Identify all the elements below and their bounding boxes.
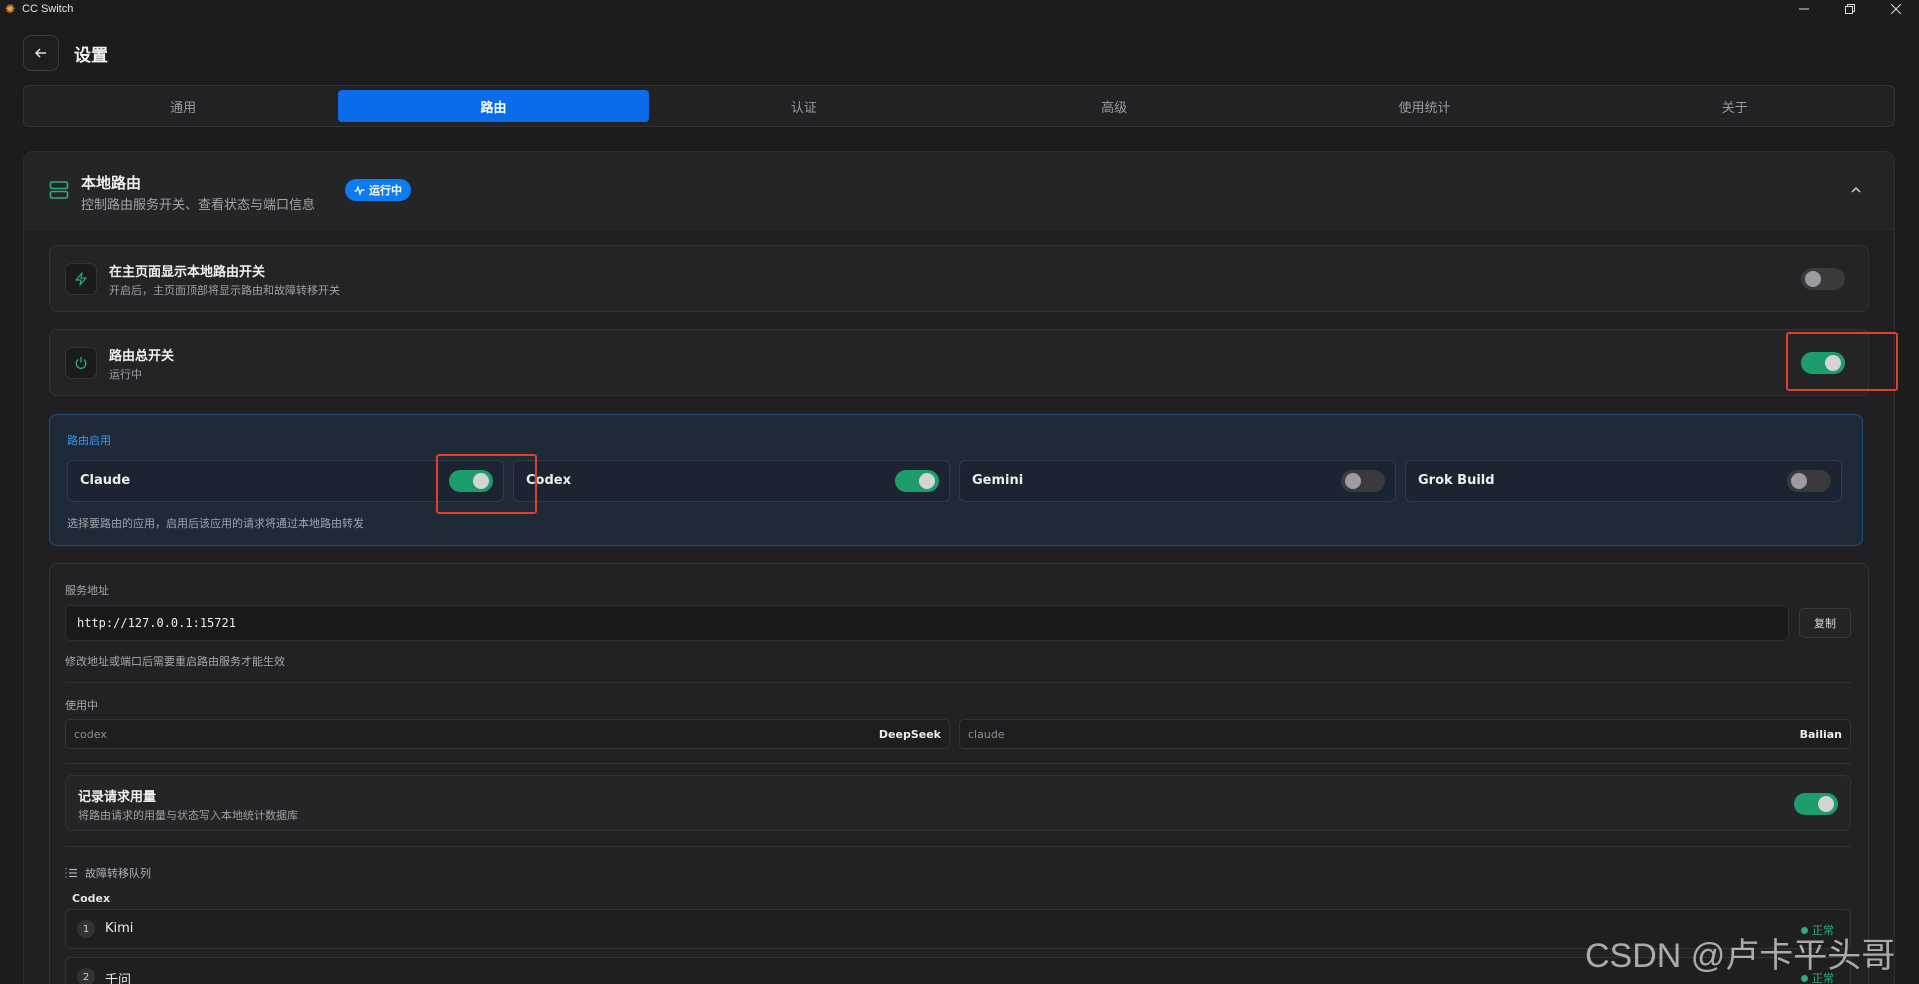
master-switch-title: 路由总开关 xyxy=(109,349,175,364)
show-switch-row: 在主页面显示本地路由开关 开启后，主页面顶部将显示路由和故障转移开关 xyxy=(49,245,1869,312)
tab-auth[interactable]: 认证 xyxy=(649,90,959,122)
divider xyxy=(65,682,1851,683)
tab-usage-stats[interactable]: 使用统计 xyxy=(1269,90,1579,122)
activity-icon xyxy=(354,184,365,196)
in-use-provider: DeepSeek xyxy=(878,728,941,741)
app-name: Claude xyxy=(80,473,131,488)
app-name: Gemini xyxy=(972,473,1024,488)
show-switch-toggle[interactable] xyxy=(1801,268,1845,290)
window-controls xyxy=(1781,0,1919,18)
service-address-label: 服务地址 xyxy=(65,584,109,597)
power-icon xyxy=(75,357,87,369)
zap-icon xyxy=(75,272,87,286)
in-use-app: codex xyxy=(74,728,107,741)
log-usage-subtitle: 将路由请求的用量与状态写入本地统计数据库 xyxy=(78,809,298,822)
routing-apps-panel: 路由启用 Claude Codex Gemini Grok Build 选择要路… xyxy=(49,414,1863,546)
highlight-box xyxy=(1786,332,1898,391)
failover-item[interactable]: 1 Kimi 正常 xyxy=(65,909,1851,949)
title-bar: ✺ CC Switch xyxy=(0,0,1919,18)
tab-routing[interactable]: 路由 xyxy=(338,90,649,122)
watermark: CSDN @卢卡平头哥 xyxy=(1585,937,1896,975)
master-switch-row: 路由总开关 运行中 xyxy=(49,329,1898,396)
failover-item-index: 2 xyxy=(77,968,95,984)
app-name: Grok Build xyxy=(1418,473,1495,488)
section-title: 本地路由 xyxy=(81,174,142,192)
local-routing-card: 本地路由 控制路由服务开关、查看状态与端口信息 运行中 在主页面显示本地路由开关… xyxy=(23,151,1898,984)
failover-item-name: 千问 xyxy=(105,973,132,984)
page-title: 设置 xyxy=(74,45,108,66)
section-subtitle: 控制路由服务开关、查看状态与端口信息 xyxy=(81,198,316,213)
failover-queue-label: 故障转移队列 xyxy=(85,867,151,880)
tab-advanced[interactable]: 高级 xyxy=(959,90,1269,122)
failover-group-label: Codex xyxy=(72,892,111,905)
codex-toggle[interactable] xyxy=(895,470,939,492)
status-badge: 运行中 xyxy=(345,179,411,201)
app-title: CC Switch xyxy=(22,3,74,15)
gemini-toggle[interactable] xyxy=(1341,470,1385,492)
divider xyxy=(65,846,1851,847)
service-panel: 服务地址 http://127.0.0.1:15721 复制 修改地址或端口后需… xyxy=(49,563,1869,984)
failover-queue-header: 故障转移队列 xyxy=(65,865,151,881)
restore-icon[interactable] xyxy=(1827,0,1873,18)
log-usage-row: 记录请求用量 将路由请求的用量与状态写入本地统计数据库 xyxy=(65,775,1851,831)
routing-hint: 选择要路由的应用，启用后该应用的请求将通过本地路由转发 xyxy=(67,517,364,530)
in-use-item: codex DeepSeek xyxy=(65,719,950,749)
section-header[interactable]: 本地路由 控制路由服务开关、查看状态与端口信息 运行中 xyxy=(24,152,1894,230)
in-use-provider: Bailian xyxy=(1799,728,1842,741)
copy-button[interactable]: 复制 xyxy=(1799,608,1851,638)
server-icon xyxy=(49,181,69,199)
list-ordered-icon xyxy=(65,867,77,878)
in-use-item: claude Bailian xyxy=(959,719,1851,749)
back-button[interactable] xyxy=(23,35,59,71)
in-use-label: 使用中 xyxy=(65,699,98,712)
status-badge-label: 运行中 xyxy=(369,184,402,197)
minimize-icon[interactable] xyxy=(1781,0,1827,18)
settings-tabs: 通用 路由 认证 高级 使用统计 关于 xyxy=(23,85,1895,127)
app-logo-icon: ✺ xyxy=(4,2,16,16)
app-chip-gemini: Gemini xyxy=(959,460,1396,502)
page-header: 设置 xyxy=(23,35,108,71)
tab-general[interactable]: 通用 xyxy=(28,90,338,122)
log-usage-title: 记录请求用量 xyxy=(78,790,157,805)
chevron-up-icon[interactable] xyxy=(1848,182,1864,198)
grok-build-toggle[interactable] xyxy=(1787,470,1831,492)
app-chip-codex: Codex xyxy=(513,460,950,502)
failover-item-name: Kimi xyxy=(105,921,134,936)
arrow-left-icon xyxy=(34,48,46,58)
show-switch-title: 在主页面显示本地路由开关 xyxy=(109,265,266,280)
show-switch-subtitle: 开启后，主页面顶部将显示路由和故障转移开关 xyxy=(109,284,340,297)
service-hint: 修改地址或端口后需要重启路由服务才能生效 xyxy=(65,655,285,668)
highlight-box xyxy=(436,454,537,514)
service-address-input[interactable]: http://127.0.0.1:15721 xyxy=(65,605,1789,641)
failover-item[interactable]: 2 千问 正常 xyxy=(65,957,1851,984)
divider xyxy=(65,763,1851,764)
tab-about[interactable]: 关于 xyxy=(1580,90,1890,122)
app-chip-grok-build: Grok Build xyxy=(1405,460,1842,502)
zap-icon-box xyxy=(65,263,97,295)
routing-label: 路由启用 xyxy=(67,434,111,447)
close-icon[interactable] xyxy=(1873,0,1919,18)
log-usage-toggle[interactable] xyxy=(1794,793,1838,815)
failover-item-index: 1 xyxy=(77,920,95,938)
master-switch-subtitle: 运行中 xyxy=(109,368,142,381)
power-icon-box xyxy=(65,347,97,379)
in-use-app: claude xyxy=(968,728,1005,741)
